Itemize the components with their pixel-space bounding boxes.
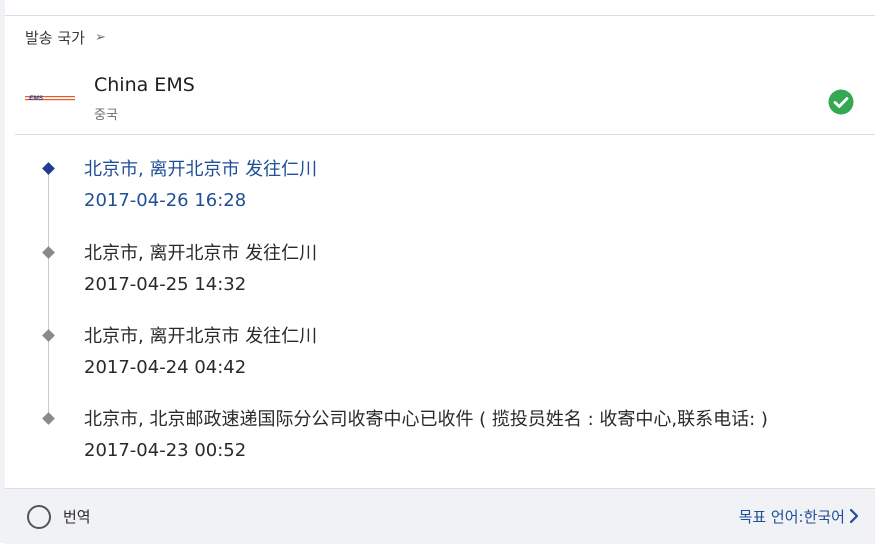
translation-footer: 번역 목표 언어:한국어 xyxy=(5,488,875,544)
event-description: 北京市, 离开北京市 发往仁川 xyxy=(84,326,318,347)
target-language-link[interactable]: 목표 언어:한국어 xyxy=(739,506,845,527)
arrow-right-icon: ➢ xyxy=(94,30,106,45)
timeline-event: 北京市, 离开北京市 发往仁川 2017-04-26 16:28 xyxy=(0,135,875,219)
chevron-right-icon[interactable] xyxy=(849,508,859,524)
timeline-dot-icon xyxy=(42,246,55,259)
event-time: 2017-04-25 14:32 xyxy=(84,274,247,295)
carrier-row[interactable]: EMS China EMS 중국 xyxy=(15,64,875,135)
event-time: 2017-04-24 04:42 xyxy=(84,357,247,378)
timeline-dot-icon xyxy=(42,412,55,425)
ems-logo: EMS xyxy=(25,95,75,102)
timeline-dot-icon xyxy=(42,329,55,342)
origin-country-header[interactable]: 발송 국가 ➢ xyxy=(25,27,106,48)
timeline-dot-icon xyxy=(42,162,55,175)
carrier-name: China EMS xyxy=(94,74,195,96)
event-description: 北京市, 北京邮政速递国际分公司收寄中心已收件 ( 揽投员姓名 : 收寄中心,联… xyxy=(84,409,768,430)
carrier-country: 중국 xyxy=(94,108,118,123)
event-description: 北京市, 离开北京市 发往仁川 xyxy=(84,159,318,180)
timeline-event: 北京市, 北京邮政速递国际分公司收寄中心已收件 ( 揽投员姓名 : 收寄中心,联… xyxy=(0,385,875,469)
translate-toggle-radio[interactable] xyxy=(27,505,51,529)
top-divider xyxy=(5,15,875,16)
event-time: 2017-04-26 16:28 xyxy=(84,190,247,211)
check-circle-icon xyxy=(828,89,854,115)
origin-country-label: 발송 국가 xyxy=(25,29,85,47)
translate-label[interactable]: 번역 xyxy=(63,506,91,527)
tracking-timeline: 北京市, 离开北京市 发往仁川 2017-04-26 16:28 北京市, 离开… xyxy=(0,135,875,485)
timeline-event: 北京市, 离开北京市 发往仁川 2017-04-24 04:42 xyxy=(0,302,875,386)
timeline-event: 北京市, 离开北京市 发往仁川 2017-04-25 14:32 xyxy=(0,219,875,303)
event-time: 2017-04-23 00:52 xyxy=(84,440,247,461)
tracking-panel: 발송 국가 ➢ EMS China EMS 중국 北京市, 离开北京市 发往仁川… xyxy=(0,0,875,544)
event-description: 北京市, 离开北京市 发往仁川 xyxy=(84,243,318,264)
target-language-label[interactable]: 목표 언어:한국어 xyxy=(739,506,845,527)
ems-logo-text: EMS xyxy=(29,95,44,102)
